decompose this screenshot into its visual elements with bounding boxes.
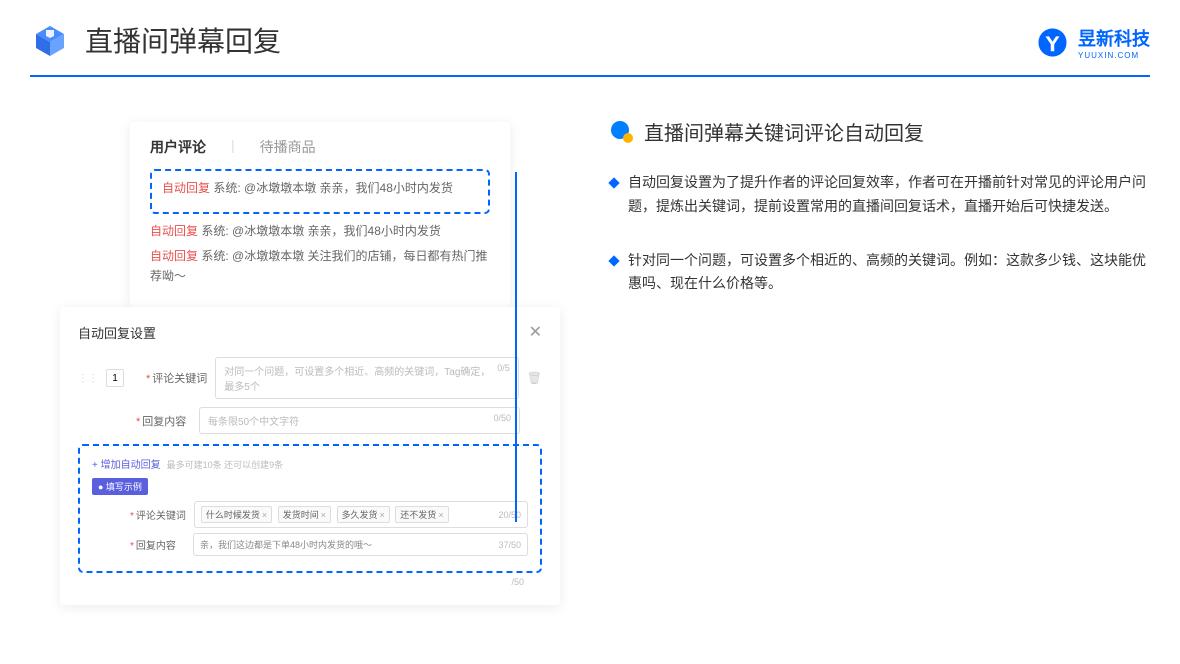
keyword-input[interactable]: 对同一个问题，可设置多个相近、高频的关键词，Tag确定，最多5个0/5 (215, 357, 518, 399)
ex-label-keyword: 评论关键词 (136, 511, 186, 522)
kw-tag[interactable]: 发货时间× (278, 506, 331, 523)
auto-reply-tag: 自动回复 (162, 181, 210, 195)
bullet-text-2: 针对同一个问题，可设置多个相近的、高频的关键词。例如：这款多少钱、这块能优惠吗、… (628, 249, 1150, 297)
kw-tag[interactable]: 还不发货× (395, 506, 448, 523)
tab-separator: | (231, 137, 235, 157)
content-count: 0/50 (493, 413, 511, 428)
page-title: 直播间弹幕回复 (85, 20, 281, 60)
brand-logo-block: 昱新科技 YUUXIN.COM (1035, 25, 1150, 60)
brand-sub: YUUXIN.COM (1078, 51, 1150, 60)
settings-modal: 自动回复设置 ✕ ⋮⋮ 1 *评论关键词 对同一个问题，可设置多个相近、高频的关… (60, 307, 560, 605)
kw-tag[interactable]: 多久发货× (337, 506, 390, 523)
auto-reply-tag: 自动回复 (150, 249, 198, 263)
ex-kw-count: 20/50 (498, 510, 521, 520)
ex-keyword-input[interactable]: 什么时候发货× 发货时间× 多久发货× 还不发货× 20/50 (194, 501, 528, 528)
bullet-text-1: 自动回复设置为了提升作者的评论回复效率，作者可在开播前针对常见的评论用户问题，提… (628, 171, 1150, 219)
diamond-bullet-icon (608, 177, 619, 188)
add-reply-link[interactable]: + 增加自动回复 (92, 460, 161, 471)
ex-content-input[interactable]: 亲，我们这边都是下单48小时内发货的哦～ 37/50 (193, 533, 528, 556)
brand-icon (1035, 25, 1070, 60)
bubble-icon (610, 120, 634, 144)
tab-user-comments[interactable]: 用户评论 (150, 137, 206, 157)
delete-icon[interactable]: 🗑 (527, 371, 542, 385)
highlighted-reply: 自动回复 系统: @冰墩墩本墩 亲亲，我们48小时内发货 (150, 169, 490, 214)
modal-title: 自动回复设置 (78, 323, 156, 342)
rule-index: 1 (106, 369, 124, 387)
ex-label-content: 回复内容 (136, 541, 176, 552)
example-badge: ● 填写示例 (92, 478, 148, 495)
content-input[interactable]: 每条限50个中文字符0/50 (199, 407, 520, 434)
cube-icon (30, 20, 70, 60)
auto-reply-tag: 自动回复 (150, 224, 198, 238)
outer-count: /50 (78, 577, 542, 587)
keyword-count: 0/5 (497, 363, 510, 393)
comment-panel: 用户评论 | 待播商品 自动回复 系统: @冰墩墩本墩 亲亲，我们48小时内发货… (130, 122, 510, 307)
label-keyword: 评论关键词 (152, 373, 207, 385)
example-section: + 增加自动回复最多可建10条 还可以创建9条 ● 填写示例 *评论关键词 什么… (78, 444, 542, 573)
add-hint: 最多可建10条 还可以创建9条 (167, 460, 284, 470)
close-icon[interactable]: ✕ (529, 322, 542, 342)
diamond-bullet-icon (608, 255, 619, 266)
reply-text-3: 系统: @冰墩墩本墩 关注我们的店铺，每日都有热门推荐呦～ (150, 249, 488, 282)
reply-text-2: 系统: @冰墩墩本墩 亲亲，我们48小时内发货 (198, 224, 441, 238)
reply-text-1: 系统: @冰墩墩本墩 亲亲，我们48小时内发货 (210, 181, 453, 195)
kw-tag[interactable]: 什么时候发货× (201, 506, 272, 523)
connector-line (515, 172, 517, 522)
ex-content-count: 37/50 (498, 540, 521, 550)
section-title: 直播间弹幕关键词评论自动回复 (644, 117, 924, 146)
brand-name: 昱新科技 (1078, 25, 1150, 51)
tab-pending-goods[interactable]: 待播商品 (260, 137, 316, 157)
drag-handle-icon[interactable]: ⋮⋮ (78, 373, 98, 384)
label-content: 回复内容 (142, 416, 186, 428)
